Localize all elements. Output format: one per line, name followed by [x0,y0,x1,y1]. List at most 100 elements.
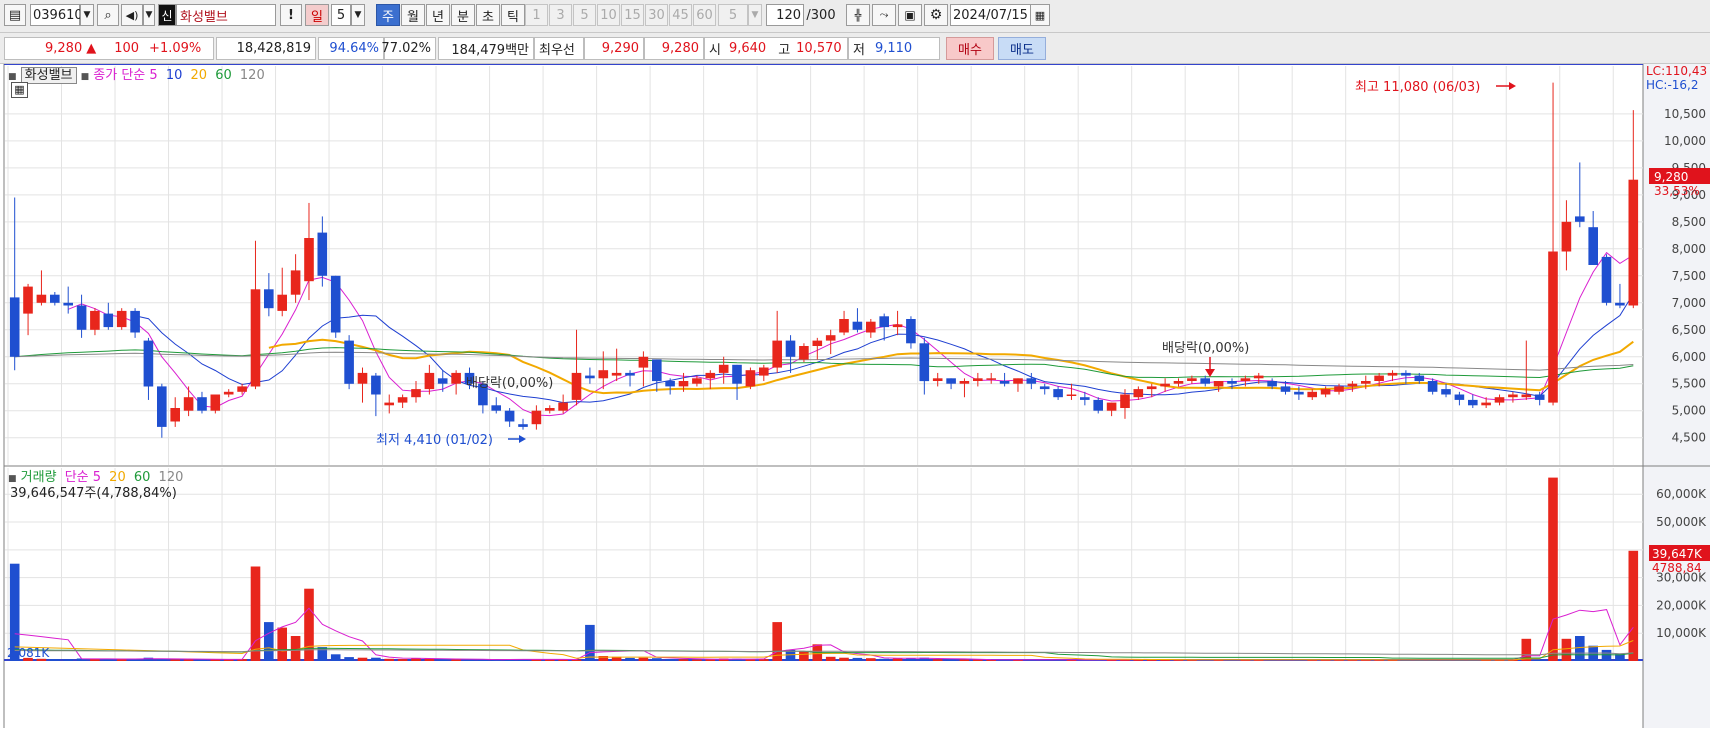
gear-icon[interactable]: ⚙ [924,4,948,26]
calendar-icon[interactable]: ▦ [1030,4,1050,26]
candle [237,386,247,392]
candle [959,381,970,384]
minute-option-1[interactable]: 1 [525,4,548,26]
minute-option-60[interactable]: 60 [693,4,716,26]
legend-square-icon: ■ [8,72,17,82]
candle [1601,256,1612,303]
tick-dropdown-icon[interactable]: ▼ [748,4,762,26]
sell-button[interactable]: 매도 [998,37,1046,60]
menu-icon[interactable]: ▤ [4,4,26,26]
price-tick-label: 7,500 [1672,269,1706,283]
candle [1521,394,1532,398]
candle [1200,378,1210,384]
tab-monthly[interactable]: 월 [401,4,425,26]
speaker-icon[interactable]: ◀) [121,4,143,26]
candle [411,389,421,398]
tab-yearly[interactable]: 년 [426,4,450,26]
volume-bar [183,659,194,661]
candle [1588,227,1598,265]
candle [598,370,609,379]
volume-bar [932,659,943,661]
date-input[interactable]: 2024/07/15 [950,4,1032,26]
stock-name-field[interactable]: 화성밸브 [176,4,276,26]
tab-minute[interactable]: 분 [451,4,475,26]
volume-tick-label: 20,000K [1656,598,1707,612]
volume-bar [678,659,689,661]
minute-option-10[interactable]: 10 [597,4,620,26]
price-ma-10: 10 [165,68,183,83]
change-pct: +1.09% [149,41,202,56]
candle [1039,386,1050,390]
period-value[interactable]: 5 [331,4,351,26]
grid-table-icon[interactable]: ▦ [11,82,28,98]
period-dropdown-icon[interactable]: ▼ [351,4,365,26]
new-listing-badge: 신 [158,4,176,26]
volume-bar [665,659,675,661]
tab-daily[interactable]: 일 [305,4,329,26]
volume-bar [116,659,127,661]
candle [1240,378,1251,381]
buy-button[interactable]: 매수 [946,37,994,60]
candle-type-icon[interactable]: ╬ [846,4,870,26]
code-dropdown-icon[interactable]: ▼ [80,4,94,26]
candle [1468,399,1478,406]
tab-weekly[interactable]: 주 [376,4,400,26]
candle [397,397,408,403]
low-field: 저 9,110 [848,37,940,60]
count-input[interactable]: 120 [766,4,804,26]
volume-bar [277,627,287,661]
price-tick-label: 8,000 [1672,242,1706,256]
tick-value[interactable]: 5 [718,4,748,26]
candle [317,232,328,276]
alert-button[interactable]: ! [280,4,302,26]
minute-option-5[interactable]: 5 [573,4,596,26]
save-icon[interactable]: ▣ [898,4,922,26]
candle [1334,386,1344,392]
ohlc-field: 시 9,640 고 10,570 [704,37,848,60]
line-tool-icon[interactable]: ⤳ [872,4,896,26]
candle [1374,375,1384,381]
volume-bar [1548,477,1558,661]
candle [1401,372,1411,376]
price-tick-label: 5,500 [1672,377,1706,391]
candle [1561,221,1572,252]
best-quote-label: 최우선 [534,37,584,60]
price-panel-name[interactable]: 화성밸브 [20,67,77,84]
candle [946,378,956,384]
minute-option-3[interactable]: 3 [549,4,572,26]
candle [852,321,863,330]
candle [9,297,20,357]
candle [892,324,903,328]
tab-tick[interactable]: 틱 [501,4,525,26]
candle [50,294,60,303]
stock-code-input[interactable]: 039610 [30,4,83,26]
volume-value-label: 39,646,547주(4,788,84%) [10,486,177,501]
minute-option-45[interactable]: 45 [669,4,692,26]
candle [1160,383,1170,387]
candle [63,302,73,306]
minute-option-15[interactable]: 15 [621,4,644,26]
volume-bar [63,659,73,661]
candle [1066,394,1077,396]
price-tick-label: 10,500 [1664,107,1706,121]
candle [437,378,448,384]
candle [250,289,261,387]
price-volume-chart[interactable]: 10,50010,0009,5009,0008,5008,0007,5007,0… [0,63,1710,728]
candle [999,381,1010,384]
volume-bar [451,659,461,661]
tab-second[interactable]: 초 [476,4,500,26]
price-ma-5: 5 [149,68,158,83]
search-icon[interactable]: ⌕ [97,4,119,26]
chart-area[interactable]: 10,500 10,000 9,500 9,000 8,500 8,000 7,500 7,0… [0,63,1710,728]
volume-bar [290,636,301,661]
candle [1133,389,1144,398]
candle [116,310,127,328]
candle [1280,386,1291,392]
volume-bar [1575,636,1585,661]
volume-tick-label: 10,000K [1656,626,1707,640]
candle [1534,394,1545,400]
high-label: 고 [778,43,791,58]
volume-bar [625,657,635,661]
speaker-dropdown-icon[interactable]: ▼ [143,4,155,26]
minute-option-30[interactable]: 30 [645,4,668,26]
